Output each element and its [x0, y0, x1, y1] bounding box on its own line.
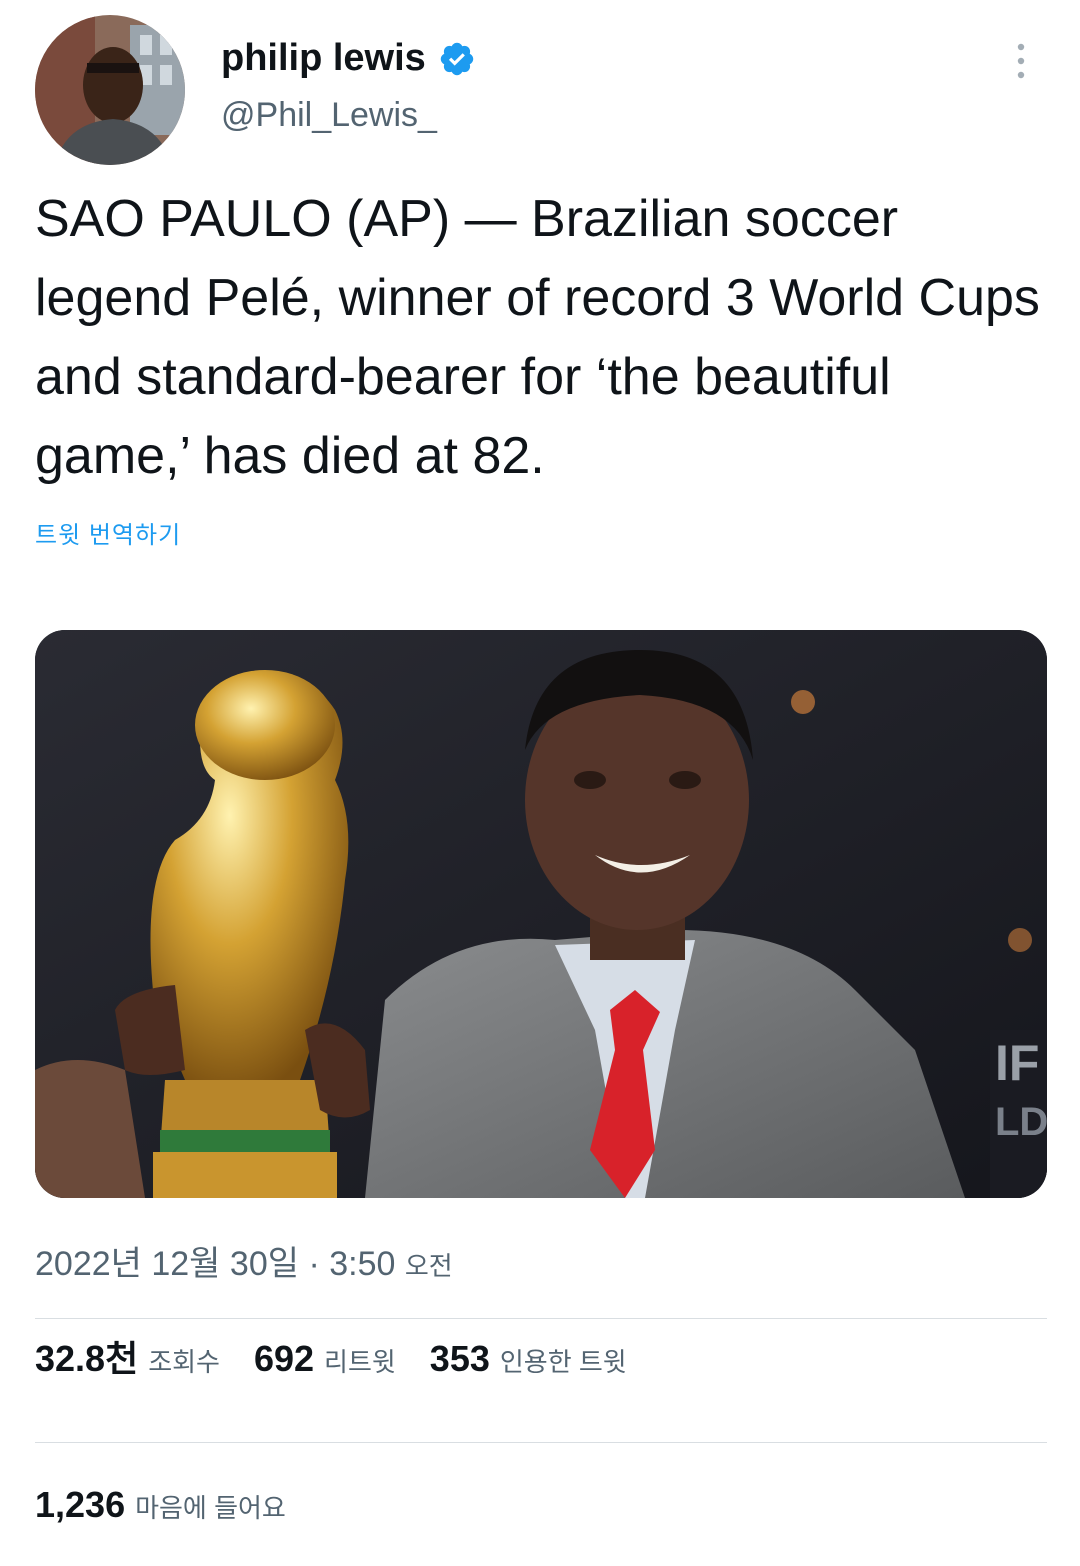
timestamp-ampm: 오전	[404, 1251, 453, 1281]
divider	[35, 1318, 1047, 1319]
quotes-label: 인용한 트윗	[499, 1347, 627, 1377]
retweets-label: 리트윗	[324, 1347, 396, 1377]
tweet-timestamp[interactable]: 2022년 12월 30일 · 3:50 오전	[35, 1236, 453, 1285]
likes-label: 마음에 들어요	[135, 1493, 286, 1523]
tweet-text: SAO PAULO (AP) — Brazilian soccer legend…	[35, 190, 1040, 485]
timestamp-separator: ·	[299, 1245, 330, 1283]
author-display-name[interactable]: philip lewis	[221, 37, 426, 80]
translate-tweet-link[interactable]: 트윗 번역하기	[35, 515, 181, 550]
svg-text:IF: IF	[995, 1035, 1039, 1091]
timestamp-time: 3:50	[329, 1245, 396, 1283]
retweets-count: 692	[253, 1338, 315, 1379]
views-count: 32.8천	[35, 1338, 139, 1379]
pele-trophy-photo: IF LD	[35, 630, 1047, 1198]
views-label: 조회수	[148, 1347, 220, 1377]
retweets-stat[interactable]: 692 리트윗	[254, 1338, 396, 1380]
verified-badge-icon	[441, 42, 474, 75]
engagement-stats: 32.8천 조회수 692 리트윗 353 인용한 트윗	[35, 1330, 661, 1379]
author-handle[interactable]: @Phil_Lewis_	[221, 96, 476, 135]
divider	[35, 1442, 1047, 1443]
svg-text:LD: LD	[995, 1100, 1047, 1144]
tweet-header: philip lewis @Phil_Lewis_	[35, 15, 1045, 165]
more-options-icon[interactable]	[1011, 41, 1031, 81]
quotes-stat[interactable]: 353 인용한 트윗	[430, 1338, 627, 1380]
timestamp-date: 2022년 12월 30일	[35, 1245, 300, 1283]
quotes-count: 353	[429, 1338, 490, 1379]
author-name-block[interactable]: philip lewis @Phil_Lewis_	[221, 37, 476, 135]
avatar[interactable]	[35, 15, 185, 165]
tweet-media-photo[interactable]: IF LD	[35, 630, 1047, 1198]
likes-count: 1,236	[35, 1484, 126, 1525]
views-stat[interactable]: 32.8천 조회수	[35, 1330, 220, 1382]
likes-stat[interactable]: 1,236 마음에 들어요	[35, 1484, 286, 1530]
